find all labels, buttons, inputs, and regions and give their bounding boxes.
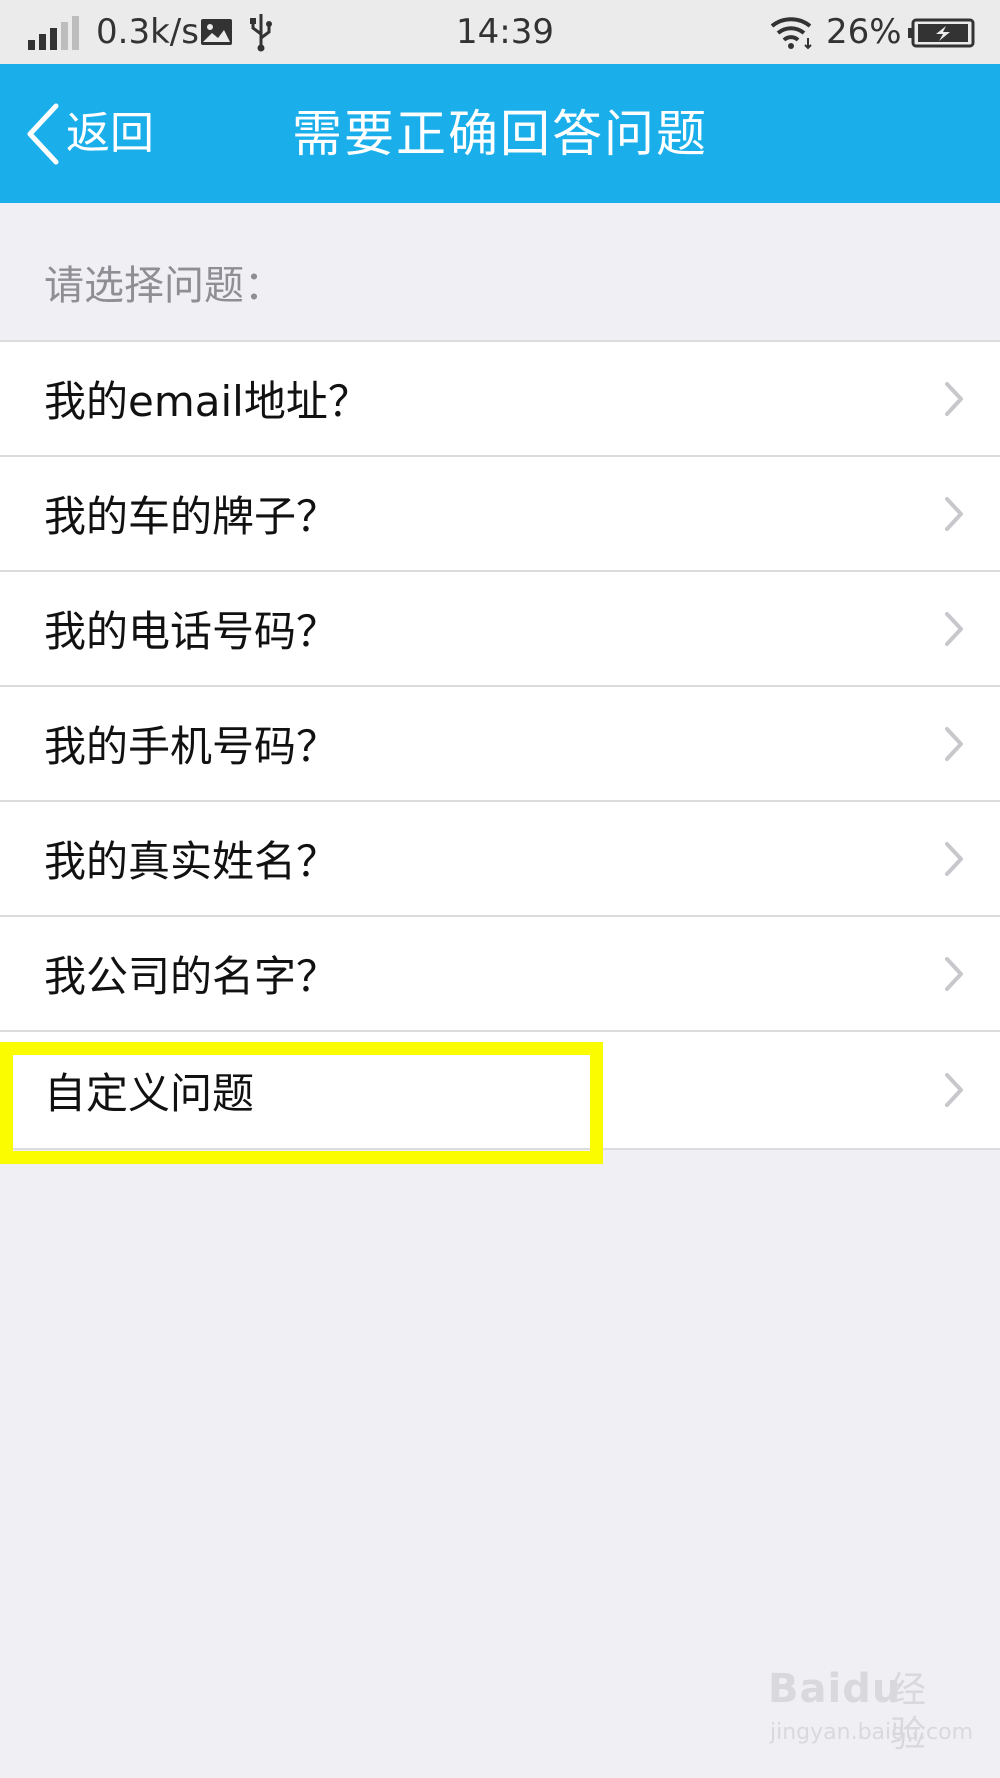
list-item-phone-number[interactable]: 我的电话号码？	[0, 570, 1000, 685]
list-item-label: 自定义问题	[44, 1068, 255, 1118]
back-button[interactable]: 返回	[20, 94, 170, 174]
battery-charging-icon	[908, 18, 975, 48]
list-item-label: 我的email地址？	[44, 377, 370, 426]
list-item-car-brand[interactable]: 我的车的牌子？	[0, 455, 1000, 570]
page-title: 需要正确回答问题	[292, 105, 708, 163]
chevron-right-icon	[945, 1073, 963, 1107]
list-item-label: 我的真实姓名？	[44, 837, 339, 886]
list-item-custom-question[interactable]: 自定义问题	[0, 1030, 1000, 1150]
battery-percent: 26%	[826, 12, 902, 52]
list-item-real-name[interactable]: 我的真实姓名？	[0, 800, 1000, 915]
chevron-right-icon	[945, 956, 963, 991]
clock: 14:39	[456, 12, 554, 52]
image-icon	[201, 19, 232, 45]
list-item-label: 我的车的牌子？	[44, 492, 339, 541]
watermark-logo: Baidu	[768, 1666, 902, 1712]
usb-icon	[250, 14, 272, 52]
wifi-icon	[770, 17, 812, 50]
status-bar: 0.3k/s 14:39 26%	[0, 0, 1000, 64]
network-speed: 0.3k/s	[96, 12, 199, 52]
list-item-label: 我的手机号码？	[44, 722, 339, 771]
list-item-company-name[interactable]: 我公司的名字？	[0, 915, 1000, 1030]
chevron-right-icon	[945, 496, 963, 531]
watermark-url: jingyan.baidu.com	[770, 1720, 974, 1745]
chevron-right-icon	[945, 611, 963, 646]
back-label: 返回	[66, 108, 154, 159]
chevron-right-icon	[945, 381, 963, 416]
list-item-label: 我的电话号码？	[44, 607, 339, 656]
list-item-label: 我公司的名字？	[44, 952, 339, 1001]
list-item-email[interactable]: 我的email地址？	[0, 340, 1000, 455]
chevron-right-icon	[945, 726, 963, 761]
signal-icon	[28, 16, 79, 50]
chevron-left-icon	[27, 103, 59, 165]
question-list: 我的email地址？ 我的车的牌子？ 我的电话号码？ 我的手机号码？ 我的真实姓…	[0, 340, 1000, 1150]
nav-header: 返回 需要正确回答问题	[0, 64, 1000, 203]
list-item-mobile-number[interactable]: 我的手机号码？	[0, 685, 1000, 800]
section-label: 请选择问题：	[44, 263, 284, 309]
baidu-watermark: Baidu 经验 jingyan.baidu.com	[760, 1665, 973, 1760]
chevron-right-icon	[945, 841, 963, 876]
